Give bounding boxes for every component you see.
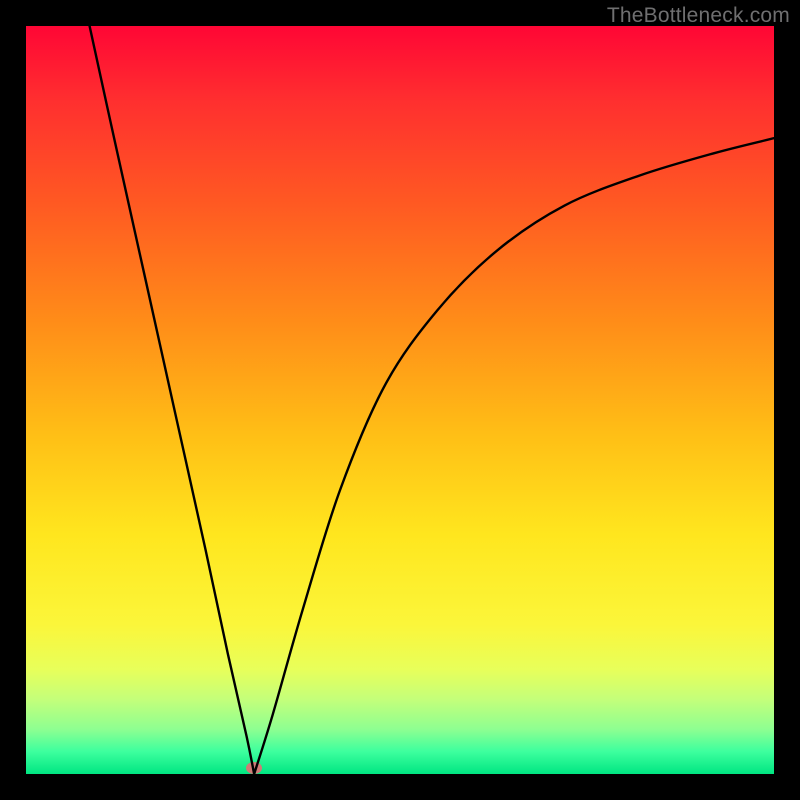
watermark-text: TheBottleneck.com	[607, 4, 790, 28]
chart-stage: TheBottleneck.com	[0, 0, 800, 800]
gradient-plot-area	[26, 26, 774, 774]
bottleneck-curve	[26, 26, 774, 774]
curve-path	[90, 26, 774, 774]
vertex-marker	[246, 762, 262, 774]
